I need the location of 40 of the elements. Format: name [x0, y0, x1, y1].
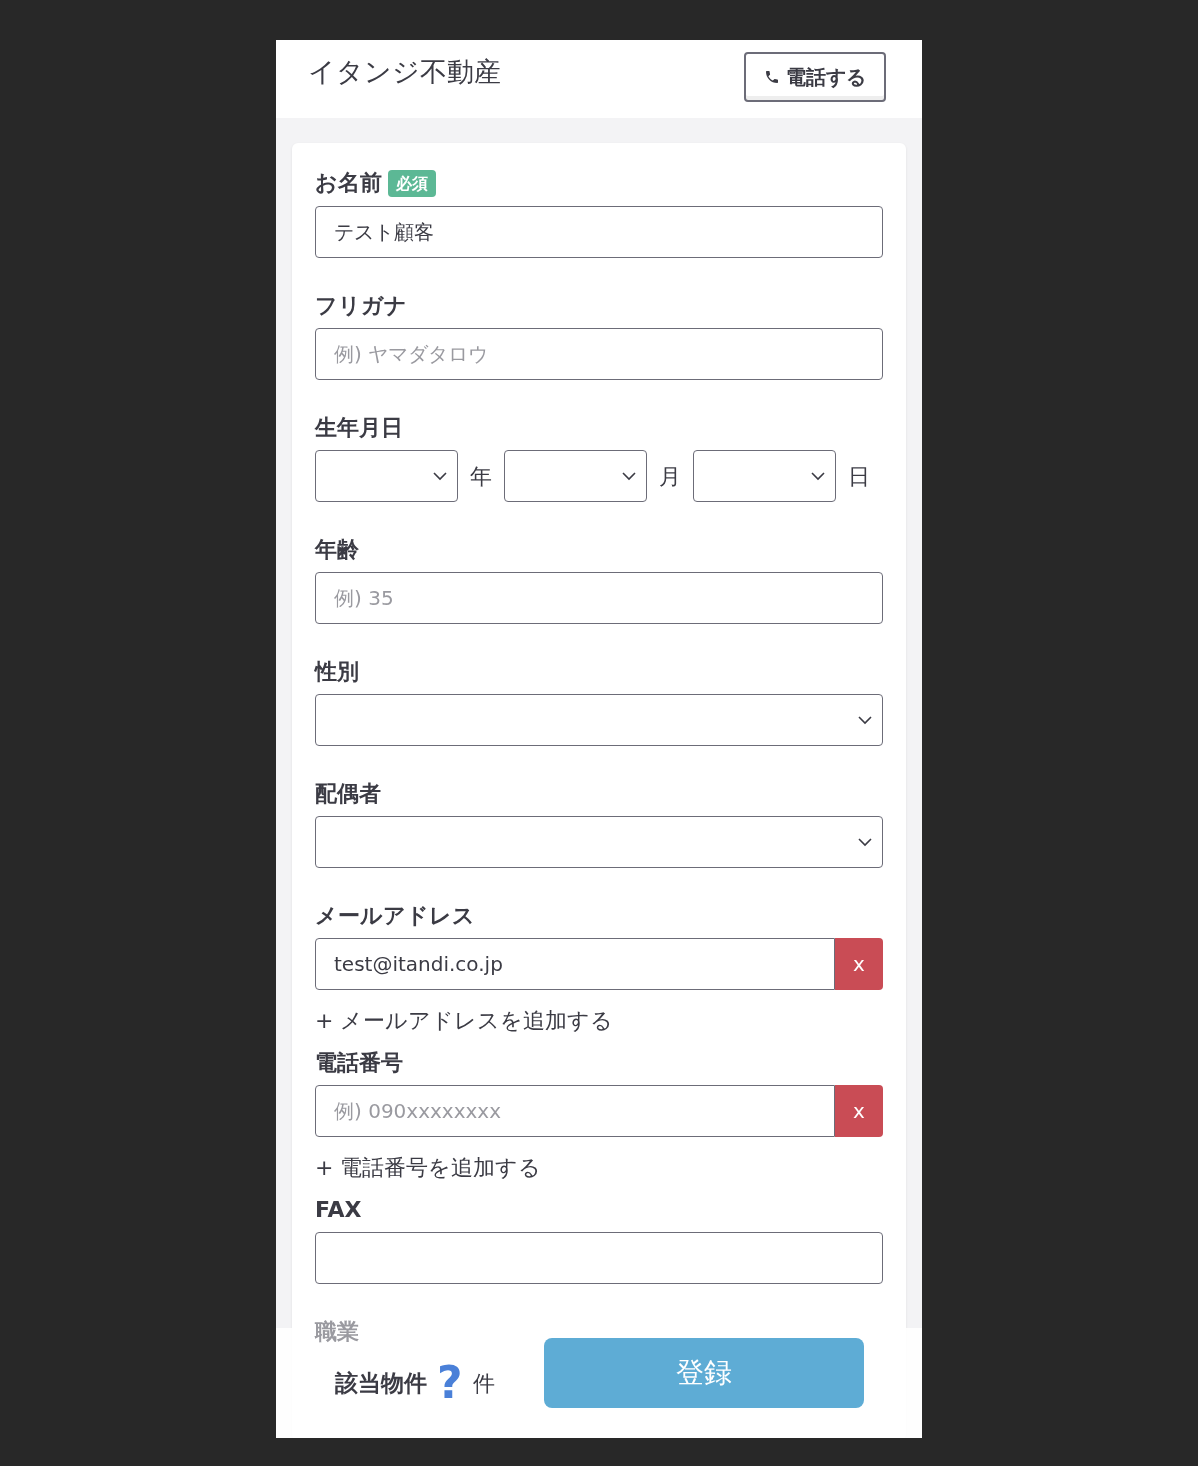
required-badge: 必須	[388, 170, 436, 197]
select-field[interactable]	[504, 450, 647, 502]
chevron-down-icon	[858, 715, 872, 725]
field-label: フリガナ	[315, 293, 407, 318]
count-value: ?	[437, 1361, 463, 1405]
field-label: 性別	[315, 659, 359, 684]
input-field[interactable]: 例) ヤマダタロウ	[315, 328, 883, 380]
chevron-down-icon	[433, 471, 447, 481]
call-button[interactable]: 電話する	[744, 52, 886, 102]
chevron-down-icon	[811, 471, 825, 481]
remove-button[interactable]: x	[834, 1085, 883, 1137]
unit-label: 月	[658, 462, 682, 491]
chevron-down-icon	[622, 471, 636, 481]
field-label: メールアドレス	[315, 903, 475, 928]
unit-label: 年	[469, 462, 493, 491]
input-field[interactable]: テスト顧客	[315, 206, 883, 258]
input-field[interactable]: test@itandi.co.jp	[315, 938, 835, 990]
field-label: 生年月日	[315, 415, 403, 440]
field-label: 配偶者	[315, 781, 381, 806]
field-label: FAX	[315, 1197, 362, 1222]
app-title: イタンジ不動産	[308, 55, 501, 89]
count-unit: 件	[472, 1369, 495, 1398]
select-field[interactable]	[315, 450, 458, 502]
field-label: 電話番号	[315, 1050, 403, 1075]
count-label: 該当物件	[335, 1368, 427, 1398]
add-link[interactable]: + 電話番号を追加する	[315, 1151, 542, 1184]
select-field[interactable]	[315, 694, 883, 746]
input-field[interactable]: 例) 090xxxxxxxx	[315, 1085, 835, 1137]
add-link[interactable]: + メールアドレスを追加する	[315, 1004, 614, 1037]
remove-button[interactable]: x	[834, 938, 883, 990]
input-field[interactable]	[315, 1232, 883, 1284]
field-label: 職業	[315, 1319, 359, 1344]
chevron-down-icon	[858, 837, 872, 847]
field-label: 年齢	[315, 537, 359, 562]
input-field[interactable]: 例) 35	[315, 572, 883, 624]
field-label: お名前	[315, 170, 382, 195]
phone-icon	[764, 69, 780, 85]
unit-label: 日	[847, 462, 870, 491]
select-field[interactable]	[315, 816, 883, 868]
select-field[interactable]	[693, 450, 836, 502]
